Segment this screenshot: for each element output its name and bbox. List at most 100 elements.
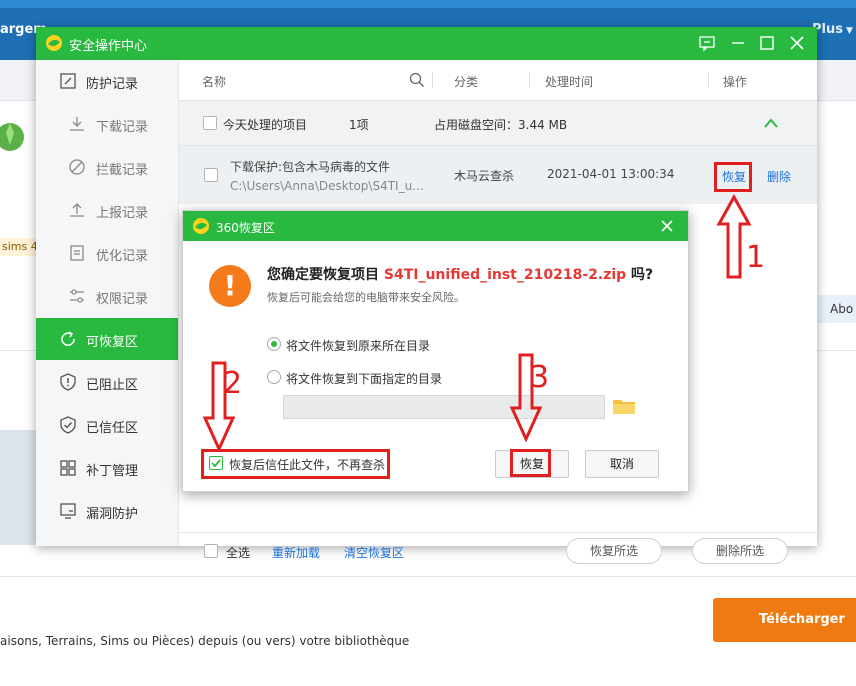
row-path: C:\Users\Anna\Desktop\S4TI_u... [230,179,424,193]
row-checkbox[interactable] [204,168,218,182]
restore-original-label[interactable]: 将文件恢复到原来所在目录 [286,337,430,354]
document-icon [70,245,84,261]
target-directory-input[interactable] [283,395,605,419]
360-logo-icon [193,218,209,234]
shield-check-icon [60,416,76,434]
row-delete-link[interactable]: 删除 [767,168,791,185]
maximize-icon[interactable] [756,32,778,54]
sidebar-item-label: 拦截记录 [96,163,149,178]
sims-logo-icon [0,123,24,151]
sidebar-item-label: 防护记录 [86,77,139,92]
window-titlebar[interactable]: 安全操作中心 [36,27,817,60]
restore-icon [61,331,75,346]
close-icon[interactable] [659,218,675,234]
minimize-icon[interactable] [727,32,749,54]
sidebar-item-patch-management[interactable]: 补丁管理 [36,447,178,489]
sidebar-item-permission-records[interactable]: 权限记录 [36,275,178,317]
select-all-label[interactable]: 全选 [226,544,250,561]
sidebar-item-trusted-zone[interactable]: 已信任区 [36,404,178,446]
annotation-number-2: 2 [223,366,243,401]
column-name: 名称 [202,75,227,89]
divider [0,576,856,577]
about-tab[interactable]: Abo [818,295,856,323]
reload-link[interactable]: 重新加载 [272,544,320,561]
sidebar: 防护记录 下载记录 拦截记录 上报记录 优化记录 权限记录 可恢复区 已阻止区 [36,60,179,546]
window-title: 安全操作中心 [69,39,148,54]
dialog-title: 360恢复区 [216,221,275,235]
sidebar-item-optimize-records[interactable]: 优化记录 [36,232,178,274]
warning-icon: ! [209,265,251,307]
column-separator [708,72,709,88]
delete-selected-button[interactable]: 删除所选 [692,538,788,564]
search-icon[interactable] [409,72,425,88]
dialog-titlebar[interactable]: 360恢复区 [183,211,688,241]
browser-top-bar [0,0,856,8]
column-action: 操作 [723,75,748,89]
folder-icon[interactable] [612,396,636,416]
site-badge: sims 4 [0,238,38,256]
sidebar-item-vulnerability-protection[interactable]: 漏洞防护 [36,490,178,532]
question-filename: S4TI_unified_inst_210218-2.zip [383,267,627,283]
sidebar-item-label: 补丁管理 [86,464,139,479]
shield-record-icon [60,73,76,89]
site-nav-plus[interactable]: Plus ▼ [812,22,853,37]
feedback-icon[interactable] [696,32,718,54]
sidebar-item-label: 优化记录 [96,249,149,264]
risk-warning-text: 恢复后可能会给您的电脑带来安全风险。 [267,291,465,304]
sidebar-item-label: 权限记录 [96,292,149,307]
column-time: 处理时间 [545,75,594,89]
sidebar-item-upload-records[interactable]: 上报记录 [36,189,178,231]
sidebar-item-block-records[interactable]: 拦截记录 [36,146,178,188]
chevron-up-icon[interactable] [763,117,779,129]
column-separator [432,72,433,88]
sidebar-item-label: 已阻止区 [86,378,139,393]
download-button[interactable]: Télécharger ce [713,598,856,671]
restore-original-radio[interactable] [267,337,281,351]
360-logo-icon [46,35,62,51]
site-description-text: aisons, Terrains, Sims ou Pièces) depuis… [0,634,410,648]
sidebar-item-label: 已信任区 [86,421,139,436]
annotation-highlight-restore-link [714,162,752,192]
confirm-question: 您确定要恢复项目 S4TI_unified_inst_210218-2.zip … [267,264,653,284]
close-icon[interactable] [786,32,808,54]
permission-icon [70,289,84,303]
sidebar-item-blocked-zone[interactable]: 已阻止区 [36,361,178,403]
clear-restore-zone-link[interactable]: 清空恢复区 [344,544,404,561]
row-category: 木马云查杀 [454,169,515,183]
sidebar-item-label: 漏洞防护 [86,507,139,522]
restore-custom-radio[interactable] [267,370,281,384]
block-icon [69,159,85,175]
sidebar-item-label: 可恢复区 [86,335,139,350]
download-icon [70,117,84,131]
monitor-icon [60,503,76,519]
question-prefix: 您确定要恢复项目 [267,267,384,283]
sidebar-item-download-records[interactable]: 下载记录 [36,103,178,145]
annotation-highlight-restore-button [510,449,551,477]
sidebar-item-label: 上报记录 [96,206,149,221]
question-suffix: 吗? [626,267,654,283]
select-all-checkbox[interactable] [204,544,218,558]
shield-blocked-icon [60,373,76,391]
group-label: 今天处理的项目 [223,118,308,132]
cancel-button[interactable]: 取消 [585,450,659,478]
group-disk-usage: 占用磁盘空间：3.44 MB [434,118,568,132]
grid-icon [60,460,76,476]
column-category: 分类 [454,75,479,89]
group-row-today[interactable]: 今天处理的项目 1项 占用磁盘空间：3.44 MB [179,101,817,146]
upload-icon [70,203,84,217]
restore-selected-button[interactable]: 恢复所选 [566,538,662,564]
annotation-highlight-trust-checkbox [201,449,390,479]
annotation-number-1: 1 [746,240,766,275]
chevron-down-icon: ▼ [845,26,853,36]
thumbnail-strip [0,430,36,545]
sidebar-item-protection-records[interactable]: 防护记录 [36,60,178,102]
annotation-number-3: 3 [530,360,550,395]
sidebar-item-restore-zone[interactable]: 可恢复区 [36,318,178,360]
column-header: 名称 分类 处理时间 操作 [179,60,817,101]
restore-custom-label[interactable]: 将文件恢复到下面指定的目录 [286,370,442,387]
group-count: 1项 [349,118,369,132]
group-checkbox[interactable] [203,116,217,130]
row-title: 下载保护:包含木马病毒的文件 [230,160,391,174]
footer-divider [179,532,817,533]
sidebar-item-label: 下载记录 [96,120,149,135]
